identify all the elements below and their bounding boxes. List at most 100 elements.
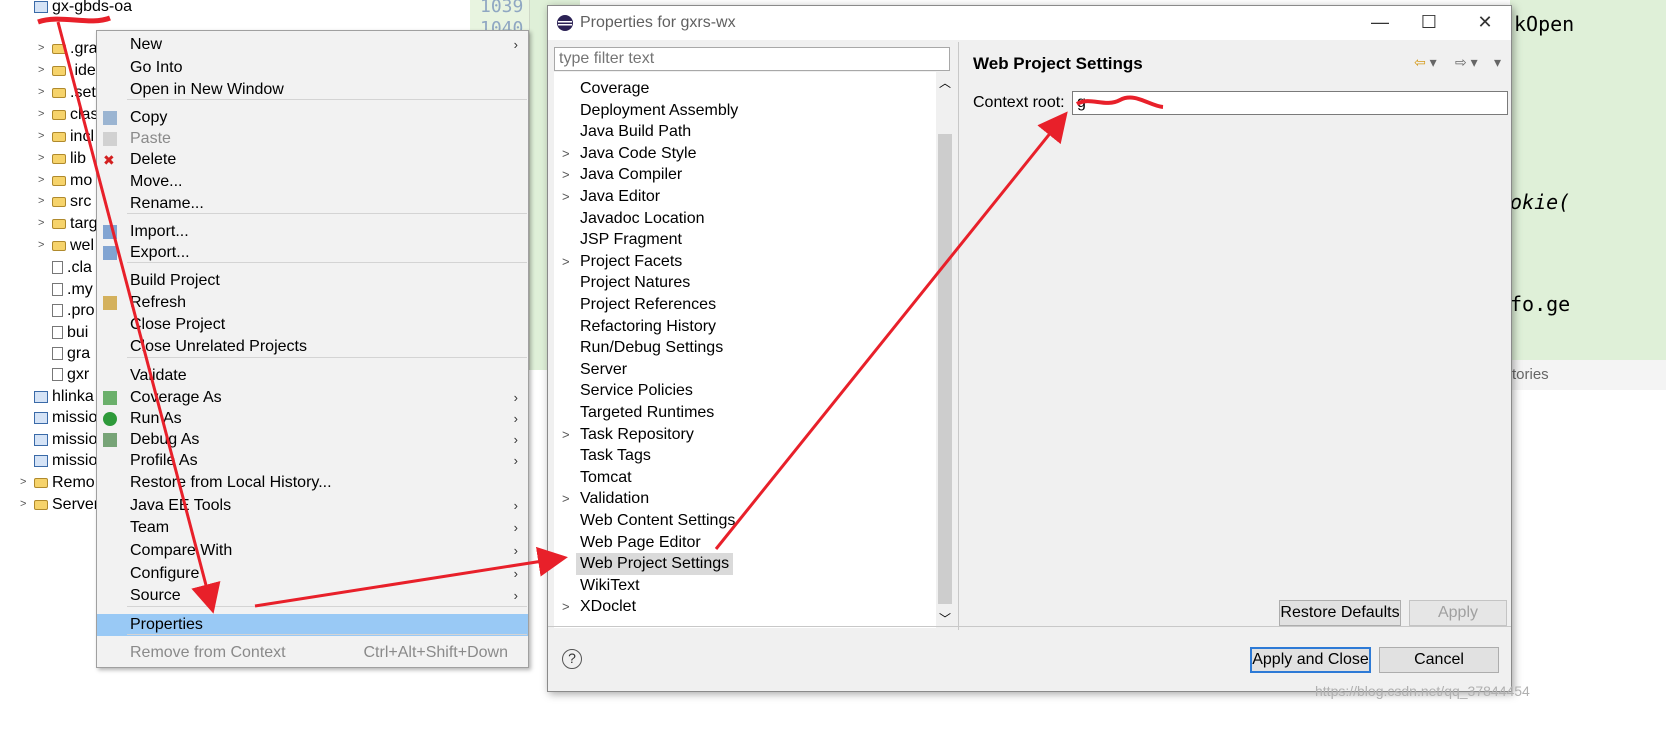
tree-item[interactable]: hlinka xyxy=(34,386,94,408)
nav-item-coverage[interactable]: Coverage xyxy=(576,78,653,100)
nav-item-java-build-path[interactable]: Java Build Path xyxy=(576,121,695,143)
menu-item-rename[interactable]: Rename... xyxy=(97,193,528,215)
menu-item-new[interactable]: New › xyxy=(97,34,528,56)
expand-chevron-icon[interactable]: > xyxy=(38,130,44,142)
expand-chevron-icon[interactable]: > xyxy=(20,476,26,488)
tree-item[interactable]: missio xyxy=(34,407,97,429)
expand-chevron-icon[interactable]: > xyxy=(38,195,44,207)
nav-item-xdoclet[interactable]: XDoclet xyxy=(576,596,640,618)
menu-item-export[interactable]: Export... xyxy=(97,242,528,264)
nav-item-task-tags[interactable]: Task Tags xyxy=(576,445,655,467)
nav-item-web-content-settings[interactable]: Web Content Settings xyxy=(576,510,739,532)
nav-item-java-editor[interactable]: Java Editor xyxy=(576,186,664,208)
menu-item-profile-as[interactable]: Profile As › xyxy=(97,450,528,472)
menu-item-move[interactable]: Move... xyxy=(97,171,528,193)
expand-chevron-icon[interactable]: > xyxy=(38,239,44,251)
nav-item-javadoc-location[interactable]: Javadoc Location xyxy=(576,208,709,230)
nav-item-server[interactable]: Server xyxy=(576,359,631,381)
menu-item-compare-with[interactable]: Compare With › xyxy=(97,540,528,562)
menu-item-source[interactable]: Source › xyxy=(97,585,528,607)
scroll-down-icon[interactable]: ﹀ xyxy=(939,610,951,627)
nav-item-wikitext[interactable]: WikiText xyxy=(576,575,644,597)
menu-item-configure[interactable]: Configure › xyxy=(97,563,528,585)
menu-item-debug-as[interactable]: Debug As › xyxy=(97,429,528,451)
apply-and-close-button[interactable]: Apply and Close xyxy=(1250,647,1371,673)
minimize-button[interactable]: — xyxy=(1368,10,1392,34)
tree-item[interactable]: gra xyxy=(52,343,90,365)
expand-chevron-icon[interactable]: > xyxy=(562,189,570,204)
menu-item-refresh[interactable]: Refresh xyxy=(97,292,528,314)
menu-item-close-unrelated-projects[interactable]: Close Unrelated Projects xyxy=(97,336,528,358)
close-button[interactable]: ✕ xyxy=(1473,10,1497,34)
nav-item-java-compiler[interactable]: Java Compiler xyxy=(576,164,686,186)
menu-item-delete[interactable]: ✖ Delete xyxy=(97,149,528,171)
tree-item[interactable]: gxr xyxy=(52,364,89,386)
filter-input[interactable] xyxy=(554,47,950,71)
nav-item-validation[interactable]: Validation xyxy=(576,488,653,510)
cancel-button[interactable]: Cancel xyxy=(1379,647,1499,673)
menu-item-open-in-new-window[interactable]: Open in New Window xyxy=(97,79,528,101)
menu-item-run-as[interactable]: Run As › xyxy=(97,408,528,430)
tree-item[interactable]: src xyxy=(52,191,91,213)
tree-item[interactable]: missio xyxy=(34,429,97,451)
menu-item-java-ee-tools[interactable]: Java EE Tools › xyxy=(97,495,528,517)
menu-item-properties[interactable]: Properties xyxy=(97,614,528,636)
menu-item-go-into[interactable]: Go Into xyxy=(97,57,528,79)
view-menu-icon[interactable]: ▾ xyxy=(1494,54,1501,71)
nav-item-project-references[interactable]: Project References xyxy=(576,294,720,316)
tree-item[interactable]: mo xyxy=(52,170,92,192)
context-root-input[interactable]: g xyxy=(1072,91,1508,115)
expand-chevron-icon[interactable]: > xyxy=(562,146,570,161)
menu-item-build-project[interactable]: Build Project xyxy=(97,270,528,292)
nav-item-tomcat[interactable]: Tomcat xyxy=(576,467,636,489)
tree-item[interactable]: incl xyxy=(52,126,94,148)
nav-item-refactoring-history[interactable]: Refactoring History xyxy=(576,316,720,338)
expand-chevron-icon[interactable]: > xyxy=(562,427,570,442)
tree-item[interactable]: .pro xyxy=(52,300,95,322)
expand-chevron-icon[interactable]: > xyxy=(38,86,44,98)
nav-item-project-facets[interactable]: Project Facets xyxy=(576,251,686,273)
restore-defaults-button[interactable]: Restore Defaults xyxy=(1279,600,1401,626)
nav-item-run-debug-settings[interactable]: Run/Debug Settings xyxy=(576,337,727,359)
menu-item-restore-from-local-history[interactable]: Restore from Local History... xyxy=(97,472,528,494)
apply-button[interactable]: Apply xyxy=(1409,600,1507,626)
expand-chevron-icon[interactable]: > xyxy=(562,167,570,182)
nav-item-jsp-fragment[interactable]: JSP Fragment xyxy=(576,229,686,251)
tree-root[interactable]: gx-gbds-oa xyxy=(34,0,132,18)
tree-item[interactable]: clas xyxy=(52,104,98,126)
tree-item[interactable]: .my xyxy=(52,279,93,301)
scroll-thumb[interactable] xyxy=(938,134,952,604)
tree-item[interactable]: .ide xyxy=(52,60,96,82)
tree-item[interactable]: .set xyxy=(52,82,96,104)
tree-item[interactable]: lib xyxy=(52,148,86,170)
back-arrow-icon[interactable]: ⇦ ▾ xyxy=(1414,54,1437,71)
expand-chevron-icon[interactable]: > xyxy=(562,599,570,614)
expand-chevron-icon[interactable]: > xyxy=(38,108,44,120)
menu-item-close-project[interactable]: Close Project xyxy=(97,314,528,336)
nav-item-project-natures[interactable]: Project Natures xyxy=(576,272,694,294)
menu-item-import[interactable]: Import... xyxy=(97,221,528,243)
menu-item-team[interactable]: Team › xyxy=(97,517,528,539)
expand-chevron-icon[interactable]: > xyxy=(20,498,26,510)
nav-item-web-page-editor[interactable]: Web Page Editor xyxy=(576,532,705,554)
nav-item-deployment-assembly[interactable]: Deployment Assembly xyxy=(576,100,742,122)
expand-chevron-icon[interactable]: > xyxy=(562,254,570,269)
scroll-up-icon[interactable]: ︿ xyxy=(939,74,951,91)
expand-chevron-icon[interactable]: > xyxy=(38,64,44,76)
expand-chevron-icon[interactable]: > xyxy=(38,42,44,54)
tree-item[interactable]: .cla xyxy=(52,257,92,279)
tree-item[interactable]: Server xyxy=(34,494,99,516)
menu-item-coverage-as[interactable]: Coverage As › xyxy=(97,387,528,409)
nav-scrollbar[interactable]: ︿ ﹀ xyxy=(936,72,954,628)
expand-chevron-icon[interactable]: > xyxy=(38,174,44,186)
nav-item-java-code-style[interactable]: Java Code Style xyxy=(576,143,701,165)
nav-item-web-project-settings[interactable]: Web Project Settings xyxy=(576,553,734,576)
tree-item[interactable]: .gra xyxy=(52,38,98,60)
nav-item-targeted-runtimes[interactable]: Targeted Runtimes xyxy=(576,402,718,424)
tree-item[interactable]: bui xyxy=(52,322,88,344)
menu-item-paste[interactable]: Paste xyxy=(97,128,528,150)
expand-chevron-icon[interactable]: > xyxy=(38,217,44,229)
expand-chevron-icon[interactable]: > xyxy=(38,152,44,164)
maximize-button[interactable]: ☐ xyxy=(1417,10,1441,34)
tree-item[interactable]: Remo xyxy=(34,472,95,494)
